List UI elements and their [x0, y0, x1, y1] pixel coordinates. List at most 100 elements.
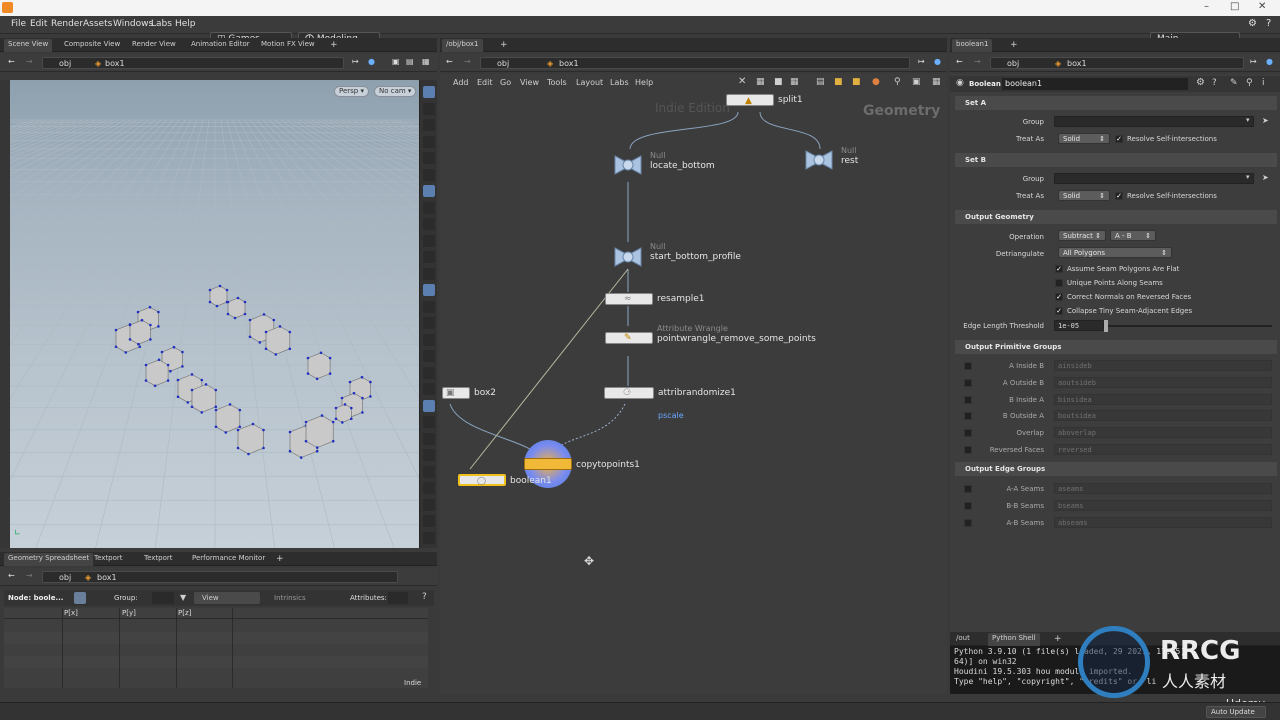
check-unique-points[interactable]: [1055, 279, 1063, 287]
pin-icon-4[interactable]: ↦: [1250, 57, 1257, 66]
back-arrow-icon-2[interactable]: ←: [8, 571, 15, 580]
display-option-icon[interactable]: [423, 168, 435, 181]
set-b-resolve-checkbox[interactable]: ✓: [1115, 192, 1123, 200]
path-node-3[interactable]: box1: [559, 59, 579, 68]
add-tab-icon-3[interactable]: +: [496, 39, 512, 52]
path-node-2[interactable]: box1: [97, 573, 117, 582]
prim-group-field[interactable]: ainsideb: [1054, 360, 1272, 371]
prim-group-field[interactable]: reversed: [1054, 444, 1272, 455]
info-icon[interactable]: i: [1262, 78, 1265, 88]
3d-viewport[interactable]: Persp ▾ No cam ▾ ∟: [10, 80, 419, 548]
set-b-group-dropdown-icon[interactable]: ▾: [1246, 173, 1250, 181]
path-node-4[interactable]: box1: [1067, 59, 1087, 68]
view-menu[interactable]: View: [194, 592, 260, 604]
operation-menu[interactable]: Subtract ⇕: [1058, 230, 1106, 241]
tab-network[interactable]: /obj/box1: [442, 39, 483, 52]
node-split1[interactable]: ▲: [726, 94, 774, 106]
help-icon-2[interactable]: ?: [422, 592, 427, 602]
display-option-icon[interactable]: [423, 86, 435, 98]
forward-arrow-icon-4[interactable]: →: [974, 57, 981, 66]
null-node-rest-icon[interactable]: [803, 149, 835, 171]
help-icon-3[interactable]: ?: [1212, 78, 1217, 88]
display-option-icon[interactable]: [423, 201, 435, 214]
display-option-icon[interactable]: [423, 333, 435, 346]
edge-threshold-slider[interactable]: [1108, 325, 1272, 327]
null-node-start-icon[interactable]: [612, 246, 644, 268]
add-tab-icon-5[interactable]: +: [1050, 633, 1066, 646]
operation-mode-menu[interactable]: A - B ⇕: [1110, 230, 1156, 241]
pin-icon[interactable]: ↦: [352, 57, 359, 66]
display-option-icon[interactable]: [423, 449, 435, 461]
display-option-icon[interactable]: [423, 465, 435, 478]
section-set-a[interactable]: Set A: [955, 96, 1277, 110]
section-edge-groups[interactable]: Output Edge Groups: [955, 462, 1277, 476]
tab-python-shell[interactable]: Python Shell: [988, 633, 1040, 646]
node-box2[interactable]: ▣: [442, 387, 470, 399]
menu-edit[interactable]: Edit: [30, 19, 47, 29]
tab-textport[interactable]: Textport: [90, 553, 127, 566]
set-a-group-dropdown-icon[interactable]: ▾: [1246, 116, 1250, 124]
section-output-geometry[interactable]: Output Geometry: [955, 210, 1277, 224]
set-a-select-arrow-icon[interactable]: ➤: [1262, 116, 1269, 125]
scene-path-field[interactable]: obj ◈ box1: [42, 57, 344, 69]
pin-icon-3[interactable]: ↦: [918, 57, 925, 66]
display-option-icon[interactable]: [423, 515, 435, 527]
menu-assets[interactable]: Assets: [83, 19, 112, 29]
node-name-field[interactable]: boolean1: [1002, 78, 1188, 90]
spreadsheet-path-field[interactable]: obj ◈ box1: [42, 571, 398, 583]
display-option-icon[interactable]: [423, 432, 435, 445]
maximize-icon[interactable]: □: [1230, 1, 1239, 12]
tab-textport-2[interactable]: Textport: [140, 553, 177, 566]
menu-windows[interactable]: Windows: [113, 19, 153, 29]
add-tab-icon[interactable]: +: [326, 39, 342, 52]
tab-out[interactable]: /out: [952, 633, 974, 646]
display-option-icon[interactable]: [423, 251, 435, 263]
menu-labs[interactable]: Labs: [151, 19, 172, 29]
display-option-icon[interactable]: [423, 366, 435, 379]
menu-help[interactable]: Help: [175, 19, 196, 29]
set-a-group-field[interactable]: [1054, 116, 1254, 127]
display-option-icon[interactable]: [423, 119, 435, 131]
network-path-field[interactable]: obj ◈ box1: [480, 57, 910, 69]
menu-render[interactable]: Render: [51, 19, 83, 29]
path-obj-4[interactable]: obj: [1007, 59, 1019, 68]
forward-arrow-icon-2[interactable]: →: [26, 571, 33, 580]
set-a-treat-menu[interactable]: Solid ⇕: [1058, 133, 1110, 144]
tab-animation-editor[interactable]: Animation Editor: [187, 39, 254, 52]
display-option-icon[interactable]: [423, 185, 435, 197]
close-icon[interactable]: ✕: [1258, 1, 1266, 12]
check-collapse-edges[interactable]: ✓: [1055, 307, 1063, 315]
set-b-treat-menu[interactable]: Solid ⇕: [1058, 190, 1110, 201]
detriangulate-menu[interactable]: All Polygons ⇕: [1058, 247, 1172, 258]
link-icon-3[interactable]: ●: [934, 57, 941, 66]
prim-group-field[interactable]: boutsidea: [1054, 410, 1272, 422]
node-attribrandomize1[interactable]: ⚆: [604, 387, 654, 399]
edge-threshold-slider-handle[interactable]: [1104, 320, 1108, 332]
path-obj[interactable]: obj: [59, 59, 71, 68]
edge-group-field[interactable]: abseams: [1054, 516, 1272, 528]
display-option-icon[interactable]: [423, 350, 435, 362]
display-option-icon[interactable]: [423, 234, 435, 247]
check-correct-normals[interactable]: ✓: [1055, 293, 1063, 301]
node-resample1[interactable]: ≈: [605, 293, 653, 305]
display-option-icon[interactable]: [423, 102, 435, 115]
display-option-icon[interactable]: [423, 531, 435, 544]
filter-icon[interactable]: ▼: [180, 593, 186, 602]
auto-update-menu[interactable]: Auto Update: [1206, 706, 1266, 718]
check-seam-flat[interactable]: ✓: [1055, 265, 1063, 273]
section-prim-groups[interactable]: Output Primitive Groups: [955, 340, 1277, 354]
set-b-group-field[interactable]: [1054, 173, 1254, 184]
intrinsics-label[interactable]: Intrinsics: [274, 594, 306, 602]
display-option-icon[interactable]: [423, 399, 435, 412]
display-option-icon[interactable]: [423, 218, 435, 230]
back-arrow-icon-3[interactable]: ←: [446, 57, 453, 66]
attributes-field[interactable]: [388, 592, 408, 604]
group-field[interactable]: [152, 592, 174, 604]
null-node-locate-icon[interactable]: [612, 154, 644, 176]
display-option-icon[interactable]: [423, 152, 435, 164]
node-boolean1[interactable]: ◯: [458, 474, 506, 486]
display-option-icon[interactable]: [423, 416, 435, 428]
path-obj-2[interactable]: obj: [59, 573, 71, 582]
display-option-icon[interactable]: [423, 267, 435, 280]
display-option-icon[interactable]: [423, 317, 435, 329]
